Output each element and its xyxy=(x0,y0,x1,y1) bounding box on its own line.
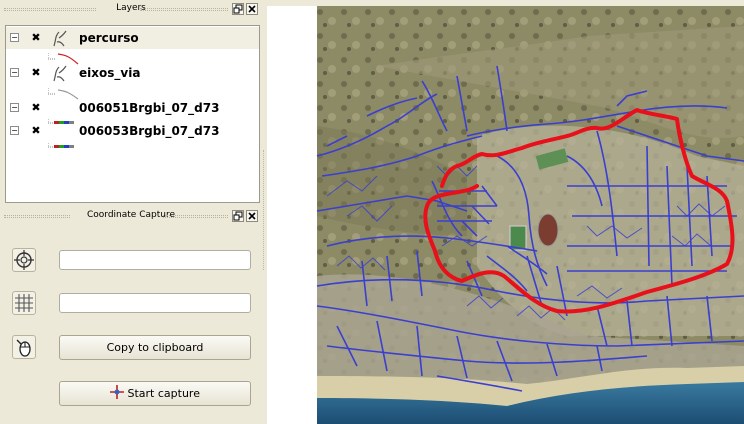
close-dock-button[interactable] xyxy=(246,210,258,222)
float-icon xyxy=(233,4,243,14)
mouse-glyph xyxy=(16,339,31,357)
layers-tree[interactable]: − ✖ percurso − ✖ eixos_via − ✖ 006051Brg… xyxy=(5,25,260,203)
copy-to-clipboard-button[interactable]: Copy to clipboard xyxy=(59,335,251,360)
layers-dock: Layers − ✖ percurso − ✖ eixos_via − ✖ 00… xyxy=(0,0,262,207)
map-render xyxy=(267,6,744,424)
grid-icon[interactable] xyxy=(12,291,36,315)
titlebar-grip xyxy=(163,215,228,218)
float-icon xyxy=(233,211,243,221)
layer-row-percurso[interactable]: − ✖ percurso xyxy=(6,27,259,49)
start-capture-button[interactable]: Start capture xyxy=(59,381,251,406)
layer-visibility-checkbox[interactable]: ✖ xyxy=(30,125,42,137)
collapse-toggle[interactable]: − xyxy=(10,126,19,135)
layer-row-006051[interactable]: − ✖ 006051Brgbi_07_d73 xyxy=(6,97,259,119)
layer-row-eixos-via[interactable]: − ✖ eixos_via xyxy=(6,62,259,84)
layer-visibility-checkbox[interactable]: ✖ xyxy=(30,67,42,79)
legend-symbol-eixos-via xyxy=(47,85,88,100)
collapse-toggle[interactable]: − xyxy=(10,68,19,77)
layer-visibility-checkbox[interactable]: ✖ xyxy=(30,102,42,114)
legend-symbol-percurso xyxy=(47,50,88,65)
layer-row-006053[interactable]: − ✖ 006053Brgbi_07_d73 xyxy=(6,120,259,142)
crosshair-icon[interactable] xyxy=(12,248,36,272)
layer-name: eixos_via xyxy=(79,66,141,80)
collapse-toggle[interactable]: − xyxy=(10,33,19,42)
canvas-blank-area xyxy=(267,6,317,424)
close-icon xyxy=(248,5,256,13)
close-dock-button[interactable] xyxy=(246,3,258,15)
mouse-icon[interactable] xyxy=(12,335,36,359)
raster-legend-icon xyxy=(47,143,74,148)
coordinate-capture-dock: Coordinate Capture Copy to clipboard Sta… xyxy=(0,207,262,424)
coordinate-field-1[interactable] xyxy=(59,250,251,270)
layer-name: percurso xyxy=(79,31,139,45)
line-layer-icon xyxy=(53,65,67,82)
line-layer-icon xyxy=(53,30,67,47)
float-dock-button[interactable] xyxy=(232,210,244,222)
coordinate-field-2[interactable] xyxy=(59,293,251,313)
collapse-toggle[interactable]: − xyxy=(10,103,19,112)
close-icon xyxy=(248,212,256,220)
layer-name: 006051Brgbi_07_d73 xyxy=(79,101,220,115)
layer-visibility-checkbox[interactable]: ✖ xyxy=(30,32,42,44)
float-dock-button[interactable] xyxy=(232,3,244,15)
map-canvas[interactable] xyxy=(267,6,744,424)
crosshair-glyph xyxy=(14,250,34,270)
layers-dock-titlebar[interactable]: Layers xyxy=(0,0,262,18)
start-capture-label: Start capture xyxy=(127,387,200,400)
grid-glyph xyxy=(15,294,33,312)
capture-cursor-icon xyxy=(110,385,124,399)
capture-dock-titlebar[interactable]: Coordinate Capture xyxy=(0,207,262,225)
layer-name: 006053Brgbi_07_d73 xyxy=(79,124,220,138)
qgis-window: Layers − ✖ percurso − ✖ eixos_via − ✖ 00… xyxy=(0,0,744,424)
legend-symbol-006053 xyxy=(47,136,88,148)
titlebar-grip xyxy=(140,8,228,11)
